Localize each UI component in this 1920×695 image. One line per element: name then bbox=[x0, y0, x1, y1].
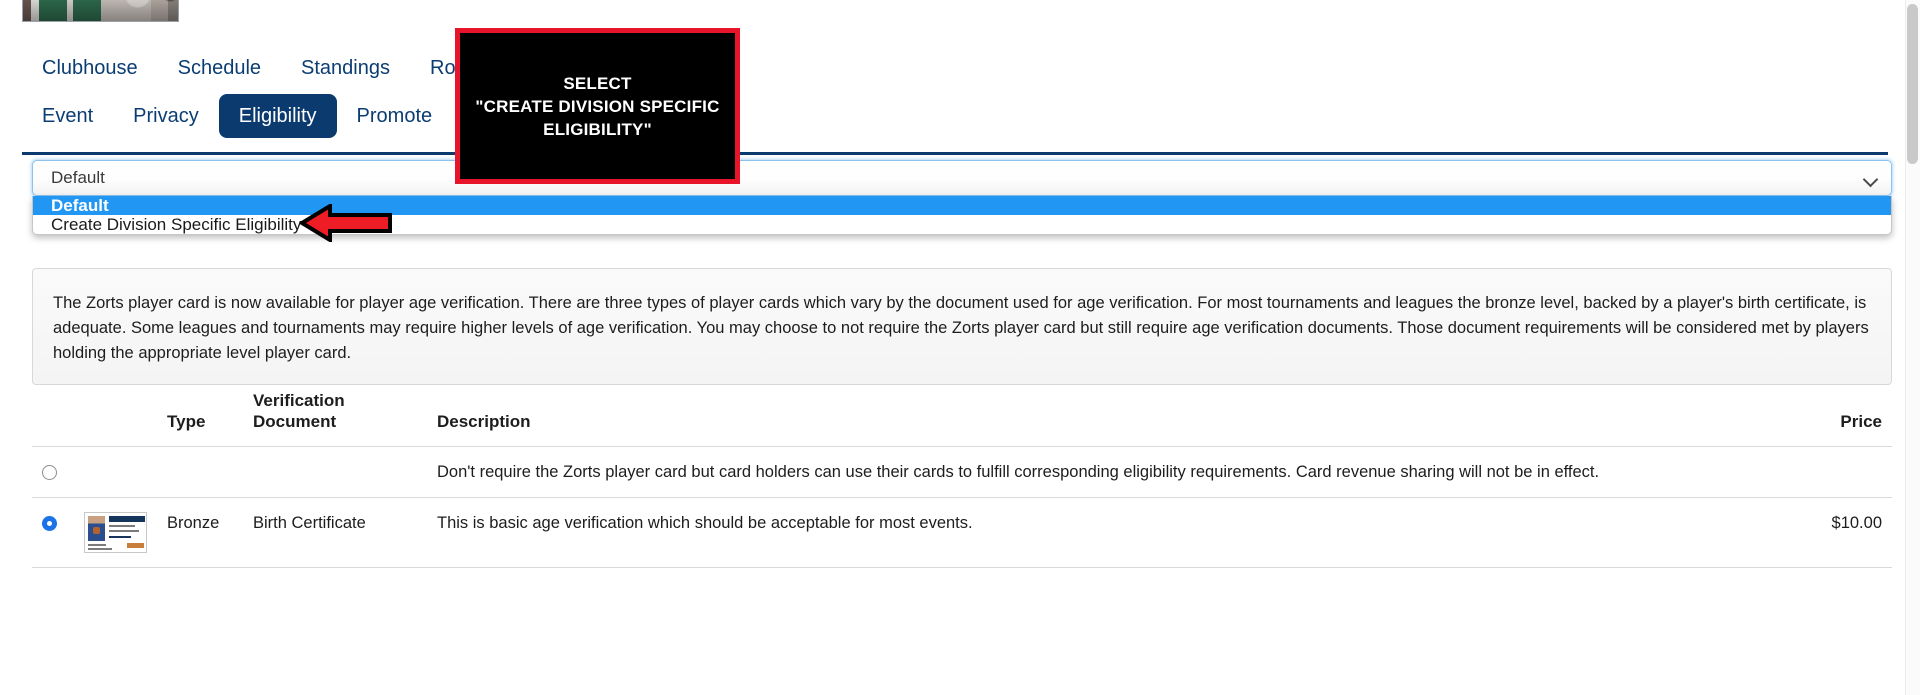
tab-promote[interactable]: Promote bbox=[337, 96, 453, 136]
chevron-down-icon bbox=[1865, 174, 1879, 183]
player-photo-icon bbox=[88, 516, 105, 541]
primary-nav: Clubhouse Schedule Standings Roster Team bbox=[22, 48, 1920, 88]
nav-item-clubhouse[interactable]: Clubhouse bbox=[22, 48, 158, 88]
callout-line-2: "CREATE DIVISION SPECIFIC bbox=[475, 96, 720, 116]
division-eligibility-select-value: Default bbox=[51, 168, 105, 187]
thumbnail-overlay bbox=[23, 0, 178, 21]
column-header-price: Price bbox=[1772, 382, 1892, 447]
card-text-line bbox=[88, 544, 106, 546]
row-type-cell bbox=[157, 446, 243, 498]
row-price-cell: $10.00 bbox=[1772, 497, 1892, 568]
callout-line-3: ELIGIBILITY" bbox=[543, 119, 652, 139]
bronze-level-chip bbox=[127, 543, 144, 548]
row-image-cell bbox=[74, 497, 157, 568]
row-verification-document-cell: Birth Certificate bbox=[243, 497, 427, 568]
tab-eligibility[interactable]: Eligibility bbox=[218, 94, 337, 138]
column-header-select bbox=[32, 382, 74, 447]
instruction-callout: SELECT "CREATE DIVISION SPECIFIC ELIGIBI… bbox=[455, 28, 740, 184]
player-card-info-panel: The Zorts player card is now available f… bbox=[32, 268, 1892, 385]
column-header-verification-document-line2: Document bbox=[253, 412, 337, 431]
radio-button-bronze[interactable] bbox=[42, 516, 57, 531]
column-header-description: Description bbox=[427, 382, 1772, 447]
table-row[interactable]: Don't require the Zorts player card but … bbox=[32, 446, 1892, 498]
vertical-scrollbar-thumb[interactable] bbox=[1907, 4, 1918, 164]
card-text-line bbox=[88, 548, 112, 550]
player-card-info-text: The Zorts player card is now available f… bbox=[53, 294, 1869, 362]
page-root: Clubhouse Schedule Standings Roster Team… bbox=[0, 0, 1920, 695]
secondary-nav: Event Privacy Eligibility Promote Wait L… bbox=[22, 94, 1920, 138]
row-price-cell bbox=[1772, 446, 1892, 498]
card-text-line bbox=[109, 525, 135, 527]
nav-divider bbox=[22, 152, 1888, 155]
card-header-band bbox=[109, 516, 145, 522]
callout-line-1: SELECT bbox=[563, 73, 632, 93]
radio-button-no-card[interactable] bbox=[42, 465, 57, 480]
division-eligibility-select[interactable]: Default bbox=[32, 160, 1892, 196]
table-header-row: Type Verification Document Description P… bbox=[32, 382, 1892, 447]
row-select-cell[interactable] bbox=[32, 446, 74, 498]
column-header-type: Type bbox=[157, 382, 243, 447]
player-card-options-table: Type Verification Document Description P… bbox=[32, 382, 1892, 568]
card-text-line bbox=[109, 530, 139, 532]
nav-item-standings[interactable]: Standings bbox=[281, 48, 410, 88]
row-select-cell[interactable] bbox=[32, 497, 74, 568]
tab-privacy[interactable]: Privacy bbox=[113, 96, 219, 136]
bronze-player-card-thumbnail[interactable] bbox=[84, 512, 147, 553]
row-description-cell: This is basic age verification which sho… bbox=[427, 497, 1772, 568]
nav-item-schedule[interactable]: Schedule bbox=[158, 48, 281, 88]
satellite-field-thumbnail[interactable] bbox=[22, 0, 179, 22]
row-description-cell: Don't require the Zorts player card but … bbox=[427, 446, 1772, 498]
column-header-image bbox=[74, 382, 157, 447]
row-type-cell: Bronze bbox=[157, 497, 243, 568]
column-header-verification-document: Verification Document bbox=[243, 382, 427, 447]
card-text-line bbox=[109, 536, 131, 538]
row-verification-document-cell bbox=[243, 446, 427, 498]
row-image-cell bbox=[74, 446, 157, 498]
table-row[interactable]: Bronze Birth Certificate This is basic a… bbox=[32, 497, 1892, 568]
column-header-verification-document-line1: Verification bbox=[253, 391, 345, 410]
red-arrow-annotation bbox=[300, 204, 392, 242]
tab-event[interactable]: Event bbox=[22, 96, 113, 136]
